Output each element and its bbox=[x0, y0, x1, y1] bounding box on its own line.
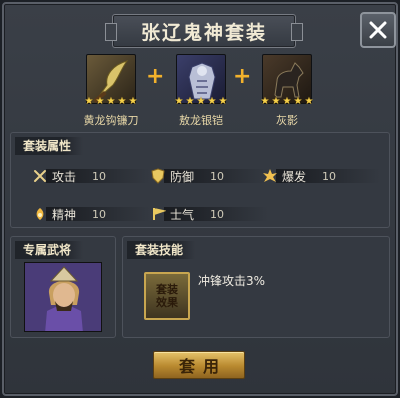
attr-value: 10 bbox=[322, 169, 336, 183]
star-icon: ★ bbox=[293, 96, 303, 107]
equip-name-mount: 灰影 bbox=[276, 114, 298, 127]
general-portrait[interactable] bbox=[24, 262, 102, 332]
star-icon: ★ bbox=[196, 96, 206, 107]
skill-description: 冲锋攻击3% bbox=[198, 274, 266, 288]
attr-label: 精神 bbox=[52, 207, 77, 222]
attr-burst: 爆发 10 bbox=[262, 166, 380, 186]
attr-label: 爆发 bbox=[282, 169, 307, 184]
close-icon bbox=[369, 21, 387, 39]
skill-icon-line1: 套装 bbox=[156, 283, 178, 296]
panel-title: 张辽鬼神套装 bbox=[140, 21, 267, 44]
plus-icon: + bbox=[233, 64, 252, 89]
star-icon: ★ bbox=[260, 96, 270, 107]
star-icon: ★ bbox=[185, 96, 195, 107]
star-icon: ★ bbox=[218, 96, 228, 107]
plus-icon: + bbox=[146, 64, 165, 89]
attr-attack: 攻击 10 bbox=[32, 166, 150, 186]
close-button[interactable] bbox=[360, 12, 396, 48]
apply-button-label: 套用 bbox=[178, 357, 227, 376]
star-icon: ★ bbox=[95, 96, 105, 107]
general-avatar bbox=[25, 263, 101, 331]
attr-value: 10 bbox=[210, 207, 224, 221]
section-title: 套装技能 bbox=[127, 241, 196, 259]
star-icon: ★ bbox=[128, 96, 138, 107]
skill-icon-line2: 效果 bbox=[156, 296, 178, 309]
apply-button[interactable]: 套用 bbox=[153, 351, 245, 379]
star-icon: ★ bbox=[304, 96, 314, 107]
attr-label: 攻击 bbox=[52, 169, 77, 184]
star-icon: ★ bbox=[282, 96, 292, 107]
attr-morale: 士气 10 bbox=[150, 204, 268, 224]
attr-spirit: 精神 10 bbox=[32, 204, 150, 224]
star-icon: ★ bbox=[84, 96, 94, 107]
crossed-swords-icon bbox=[34, 170, 46, 182]
attr-value: 10 bbox=[92, 207, 106, 221]
star-icon: ★ bbox=[174, 96, 184, 107]
star-rating-mount: ★ ★ ★ ★ ★ bbox=[259, 97, 315, 109]
attr-value: 10 bbox=[210, 169, 224, 183]
set-effect-icon[interactable]: 套装 效果 bbox=[144, 272, 190, 320]
spirit-icon bbox=[36, 208, 44, 220]
section-title: 套装属性 bbox=[15, 137, 84, 155]
star-icon: ★ bbox=[207, 96, 217, 107]
attr-value: 10 bbox=[92, 169, 106, 183]
star-icon: ★ bbox=[271, 96, 281, 107]
attr-defense: 防御 10 bbox=[150, 166, 268, 186]
equip-name-weapon: 黄龙钩镰刀 bbox=[83, 114, 139, 127]
shield-icon bbox=[151, 168, 165, 184]
star-icon: ★ bbox=[117, 96, 127, 107]
star-icon: ★ bbox=[106, 96, 116, 107]
star-rating-armor: ★ ★ ★ ★ ★ bbox=[173, 97, 229, 109]
burst-icon bbox=[263, 169, 277, 182]
attr-label: 士气 bbox=[170, 207, 195, 222]
equip-name-armor: 敖龙银铠 bbox=[179, 114, 223, 127]
title-plate: 张辽鬼神套装 bbox=[105, 14, 303, 48]
morale-icon bbox=[153, 208, 166, 220]
star-rating-weapon: ★ ★ ★ ★ ★ bbox=[83, 97, 139, 109]
section-title: 专属武将 bbox=[15, 241, 84, 259]
attr-label: 防御 bbox=[170, 169, 195, 184]
